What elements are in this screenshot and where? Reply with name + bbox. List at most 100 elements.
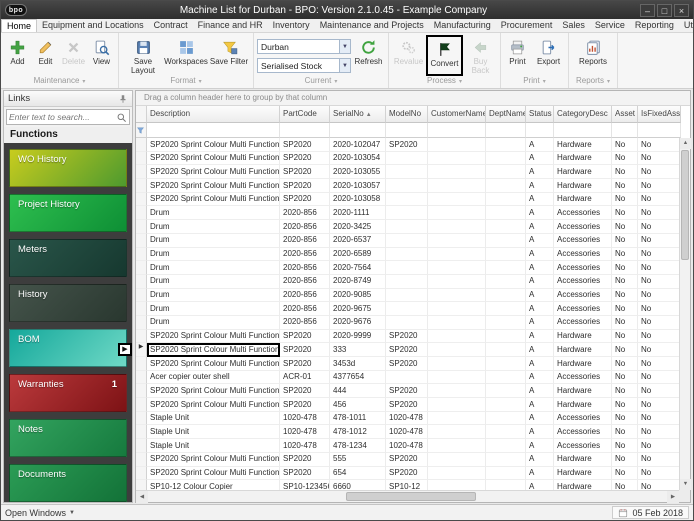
sidebar-item-bom[interactable]: BOM	[9, 329, 127, 367]
column-header-isfixedasset[interactable]: IsFixedAsset	[638, 106, 681, 123]
reports-button[interactable]: Reports	[572, 35, 614, 76]
filter-cell-categorydesc[interactable]	[554, 123, 612, 138]
edit-button[interactable]: Edit	[32, 35, 59, 76]
refresh-button[interactable]: Refresh	[352, 35, 385, 76]
filter-cell-deptname[interactable]	[486, 123, 526, 138]
convert-button[interactable]: Convert	[428, 37, 461, 74]
column-header-customername[interactable]: CustomerName	[428, 106, 486, 123]
table-row[interactable]: Staple Unit1020-478478-12341020-478AAcce…	[136, 439, 679, 453]
tab-contract[interactable]: Contract	[149, 19, 193, 32]
column-header-description[interactable]: Description	[147, 106, 280, 123]
scroll-up-icon[interactable]: ▲	[680, 138, 691, 149]
revalue-button[interactable]: Revalue	[392, 35, 425, 76]
table-row[interactable]: SP2020 Sprint Colour Multi Functional Co…	[136, 138, 679, 152]
column-header-serialno[interactable]: SerialNo▲	[330, 106, 386, 123]
filter-cell-partcode[interactable]	[280, 123, 330, 138]
add-button[interactable]: Add	[4, 35, 31, 76]
view-button[interactable]: View	[88, 35, 115, 76]
column-header-categorydesc[interactable]: CategoryDesc	[554, 106, 612, 123]
tab-service[interactable]: Service	[590, 19, 630, 32]
maximize-button[interactable]: □	[657, 4, 672, 17]
column-header-modelno[interactable]: ModelNo	[386, 106, 428, 123]
sidebar-item-history[interactable]: History	[9, 284, 127, 322]
group-expand-icon[interactable]: ▾	[334, 79, 337, 85]
tab-home[interactable]: Home	[1, 19, 37, 32]
table-row[interactable]: Drum2020-8562020-9085AAccessoriesNoNo	[136, 289, 679, 303]
table-row[interactable]: ▶SP2020 Sprint Colour Multi Functional C…	[136, 343, 679, 357]
minimize-button[interactable]: –	[640, 4, 655, 17]
tab-sales[interactable]: Sales	[557, 19, 590, 32]
table-row[interactable]: Drum2020-8562020-1111AAccessoriesNoNo	[136, 206, 679, 220]
close-button[interactable]: ×	[674, 4, 689, 17]
export-button[interactable]: Export	[532, 35, 565, 76]
table-row[interactable]: Staple Unit1020-478478-10121020-478AAcce…	[136, 425, 679, 439]
sidebar-item-meters[interactable]: Meters	[9, 239, 127, 277]
table-row[interactable]: SP2020 Sprint Colour Multi Functional Co…	[136, 330, 679, 344]
table-row[interactable]: SP10-12 Colour CopierSP10-1234566660SP10…	[136, 480, 679, 490]
horizontal-scrollbar[interactable]: ◀ ▶	[136, 490, 679, 502]
horizontal-scroll-thumb[interactable]	[346, 492, 476, 501]
filter-cell-asset[interactable]	[612, 123, 638, 138]
filter-cell-modelno[interactable]	[386, 123, 428, 138]
filter-cell-description[interactable]	[147, 123, 280, 138]
scroll-right-icon[interactable]: ▶	[667, 491, 679, 503]
chevron-down-icon[interactable]: ▼	[339, 59, 350, 72]
table-row[interactable]: SP2020 Sprint Colour Multi Functional Co…	[136, 467, 679, 481]
group-expand-icon[interactable]: ▾	[607, 79, 610, 85]
save-filter-button[interactable]: Save Filter	[208, 35, 250, 76]
stock-type-dropdown[interactable]: Serialised Stock ▼	[257, 58, 351, 73]
tab-procurement[interactable]: Procurement	[496, 19, 558, 32]
scroll-left-icon[interactable]: ◀	[136, 491, 148, 503]
column-header-partcode[interactable]: PartCode	[280, 106, 330, 123]
tab-maintenance-and-projects[interactable]: Maintenance and Projects	[315, 19, 429, 32]
table-row[interactable]: Drum2020-8562020-6589AAccessoriesNoNo	[136, 248, 679, 262]
table-row[interactable]: Drum2020-8562020-9676AAccessoriesNoNo	[136, 316, 679, 330]
pin-icon[interactable]	[118, 94, 128, 104]
site-dropdown[interactable]: Durban ▼	[257, 39, 351, 54]
buy-back-button[interactable]: Buy Back	[464, 35, 497, 76]
table-row[interactable]: SP2020 Sprint Colour Multi Functional Co…	[136, 179, 679, 193]
table-row[interactable]: Drum2020-8562020-6537AAccessoriesNoNo	[136, 234, 679, 248]
scroll-down-icon[interactable]: ▼	[680, 479, 691, 490]
table-row[interactable]: Drum2020-8562020-8749AAccessoriesNoNo	[136, 275, 679, 289]
filter-cell-serialno[interactable]	[330, 123, 386, 138]
search-input[interactable]	[9, 112, 116, 122]
tab-finance-and-hr[interactable]: Finance and HR	[193, 19, 268, 32]
table-row[interactable]: Acer copier outer shellACR-014377654AAcc…	[136, 371, 679, 385]
chevron-down-icon[interactable]: ▼	[339, 40, 350, 53]
workspaces-button[interactable]: Workspaces	[165, 35, 207, 76]
tab-equipment-and-locations[interactable]: Equipment and Locations	[37, 19, 149, 32]
session-date[interactable]: 05 Feb 2018	[612, 506, 689, 519]
sidebar-item-documents[interactable]: Documents	[9, 464, 127, 502]
open-windows-button[interactable]: Open Windows ▼	[5, 508, 75, 518]
table-row[interactable]: SP2020 Sprint Colour Multi Functional Co…	[136, 384, 679, 398]
vertical-scrollbar[interactable]: ▲ ▼	[679, 138, 690, 490]
column-header-asset[interactable]: Asset	[612, 106, 638, 123]
group-expand-icon[interactable]: ▾	[459, 79, 462, 85]
tab-inventory[interactable]: Inventory	[268, 19, 315, 32]
sidebar-item-project-history[interactable]: Project History	[9, 194, 127, 232]
filter-cell-customername[interactable]	[428, 123, 486, 138]
table-row[interactable]: SP2020 Sprint Colour Multi Functional Co…	[136, 398, 679, 412]
group-expand-icon[interactable]: ▾	[543, 79, 546, 85]
sidebar-item-notes[interactable]: Notes	[9, 419, 127, 457]
vertical-scroll-thumb[interactable]	[681, 150, 689, 260]
table-row[interactable]: Drum2020-8562020-7564AAccessoriesNoNo	[136, 261, 679, 275]
save-layout-button[interactable]: Save Layout	[122, 35, 164, 76]
group-expand-icon[interactable]: ▾	[199, 79, 202, 85]
filter-cell-status[interactable]	[526, 123, 554, 138]
table-row[interactable]: SP2020 Sprint Colour Multi Functional Co…	[136, 453, 679, 467]
tab-reporting[interactable]: Reporting	[630, 19, 679, 32]
filter-cell-isfixedasset[interactable]	[638, 123, 681, 138]
tab-manufacturing[interactable]: Manufacturing	[429, 19, 496, 32]
table-row[interactable]: Staple Unit1020-478478-10111020-478AAcce…	[136, 412, 679, 426]
table-row[interactable]: SP2020 Sprint Colour Multi Functional Co…	[136, 193, 679, 207]
table-row[interactable]: SP2020 Sprint Colour Multi Functional Co…	[136, 357, 679, 371]
table-row[interactable]: Drum2020-8562020-3425AAccessoriesNoNo	[136, 220, 679, 234]
sidebar-item-wo-history[interactable]: WO History	[9, 149, 127, 187]
table-row[interactable]: SP2020 Sprint Colour Multi Functional Co…	[136, 165, 679, 179]
print-button[interactable]: Print	[504, 35, 531, 76]
sidebar-item-warranties[interactable]: Warranties1	[9, 374, 127, 412]
column-header-deptname[interactable]: DeptName	[486, 106, 526, 123]
group-expand-icon[interactable]: ▾	[82, 79, 85, 85]
